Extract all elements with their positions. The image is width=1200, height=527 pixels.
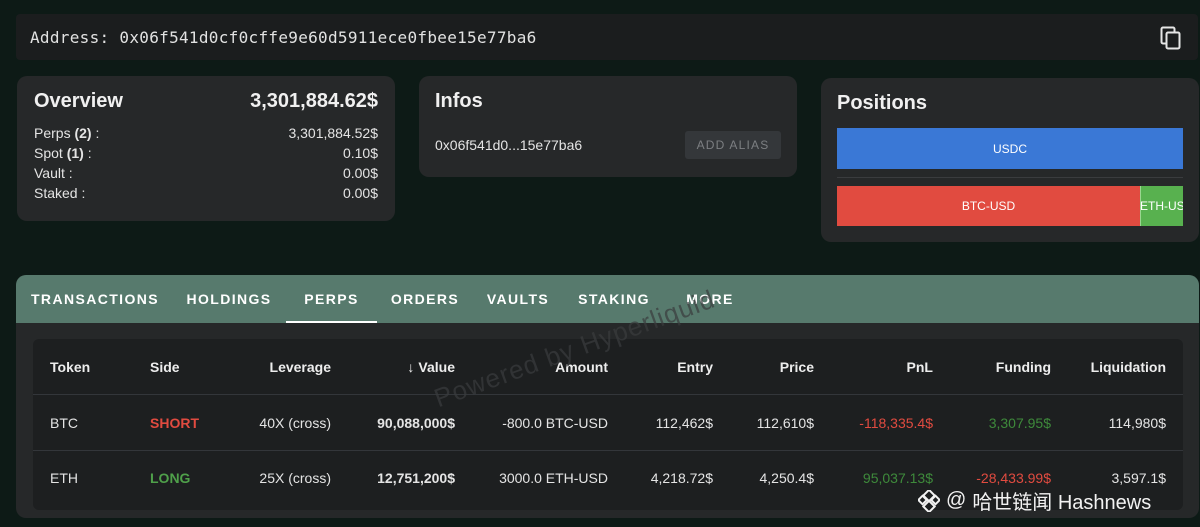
position-bar-btc-usd[interactable]: BTC-USD — [837, 186, 1140, 226]
header-price[interactable]: Price — [714, 339, 814, 394]
tab-bar: TRANSACTIONS HOLDINGS PERPS ORDERS VAULT… — [16, 275, 1199, 323]
cell-value: 90,088,000$ — [377, 414, 455, 431]
cell-pnl: -118,335.4$ — [859, 414, 933, 431]
header-entry[interactable]: Entry — [613, 339, 713, 394]
overview-row-value: 0.00$ — [342, 185, 378, 201]
header-pnl[interactable]: PnL — [833, 339, 933, 394]
cell-funding: 3,307.95$ — [988, 414, 1051, 431]
cell-amount: 3000.0 ETH-USD — [499, 469, 608, 486]
tab-label: ORDERS — [390, 291, 460, 307]
cell-entry: 112,462$ — [655, 414, 713, 431]
header-amount[interactable]: Amount — [508, 339, 608, 394]
cell-price: 112,610$ — [756, 414, 814, 431]
tab-vaults[interactable]: VAULTS — [473, 275, 563, 323]
positions-title: Positions — [837, 92, 928, 114]
add-alias-button[interactable]: ADD ALIAS — [685, 131, 781, 159]
header-side[interactable]: Side — [150, 339, 180, 394]
tab-holdings[interactable]: HOLDINGS — [172, 275, 286, 323]
overview-row-count: (1) — [66, 145, 84, 161]
position-bar-label: USDC — [992, 141, 1027, 156]
tab-label: VAULTS — [486, 291, 550, 307]
tab-perps[interactable]: PERPS — [286, 275, 377, 323]
overview-row-label: Vault — [34, 165, 65, 181]
tab-transactions[interactable]: TRANSACTIONS — [18, 275, 172, 323]
brand-at: @ — [946, 489, 967, 511]
overview-row-spot: Spot (1) : 0.10$ — [34, 143, 378, 163]
overview-row-vault: Vault : 0.00$ — [34, 163, 378, 183]
header-liquidation[interactable]: Liquidation — [1066, 339, 1166, 394]
details-panel: TRANSACTIONS HOLDINGS PERPS ORDERS VAULT… — [16, 275, 1199, 518]
address-line: Address: 0x06f541d0cf0cffe9e60d5911ece0f… — [30, 28, 537, 47]
header-value[interactable]: ↓ Value — [355, 339, 455, 394]
cell-token: BTC — [50, 414, 78, 431]
cell-price: 4,250.4$ — [759, 469, 815, 486]
header-token[interactable]: Token — [50, 339, 90, 394]
address-bar: Address: 0x06f541d0cf0cffe9e60d5911ece0f… — [16, 14, 1198, 60]
overview-row-staked: Staked : 0.00$ — [34, 183, 378, 203]
tab-staking[interactable]: STAKING — [563, 275, 665, 323]
tab-label: MORE — [686, 291, 734, 307]
overview-row-perps: Perps (2) : 3,301,884.52$ — [34, 123, 378, 143]
overview-title: Overview — [34, 90, 123, 112]
table-row[interactable]: BTC SHORT 40X (cross) 90,088,000$ -800.0… — [33, 396, 1183, 449]
infos-title: Infos — [435, 90, 483, 112]
overview-row-value: 0.00$ — [342, 165, 378, 181]
cell-side: SHORT — [150, 414, 199, 431]
tab-label: TRANSACTIONS — [30, 291, 160, 307]
cell-token: ETH — [50, 469, 78, 486]
overview-row-suffix: : — [77, 185, 86, 201]
tab-orders[interactable]: ORDERS — [377, 275, 473, 323]
brand-watermark: @ 哈世链闻 Hashnews — [918, 486, 1151, 515]
infos-card: Infos 0x06f541d0...15e77ba6 ADD ALIAS — [419, 76, 797, 177]
header-leverage[interactable]: Leverage — [231, 339, 331, 394]
tab-label: PERPS — [304, 291, 359, 307]
overview-row-value: 3,301,884.52$ — [288, 125, 378, 141]
overview-card: Overview 3,301,884.62$ Perps (2) : 3,301… — [17, 76, 395, 221]
diamond-logo-icon — [918, 489, 940, 512]
address-value: 0x06f541d0cf0cffe9e60d5911ece0fbee15e77b… — [119, 27, 537, 47]
position-bar-usdc[interactable]: USDC — [837, 128, 1183, 169]
brand-name: 哈世链闻 Hashnews — [972, 492, 1152, 514]
cell-leverage: 40X (cross) — [259, 414, 331, 431]
overview-row-label: Staked — [34, 185, 78, 201]
overview-row-label: Spot — [34, 145, 63, 161]
overview-row-label: Perps — [34, 125, 71, 141]
positions-divider — [837, 177, 1183, 178]
cell-entry: 4,218.72$ — [650, 469, 713, 486]
cell-value: 12,751,200$ — [377, 469, 455, 486]
address-label: Address: — [30, 27, 110, 47]
infos-short-address: 0x06f541d0...15e77ba6 — [435, 137, 583, 153]
perps-table: Token Side Leverage ↓ Value Amount Entry… — [33, 339, 1183, 510]
header-funding[interactable]: Funding — [951, 339, 1051, 394]
overview-row-suffix: : — [83, 145, 92, 161]
cell-amount: -800.0 BTC-USD — [502, 414, 608, 431]
overview-row-suffix: : — [64, 165, 73, 181]
position-bar-label: BTC-USD — [961, 199, 1016, 213]
cell-liquidation: 114,980$ — [1108, 414, 1166, 431]
overview-row-suffix: : — [91, 125, 100, 141]
overview-row-count: (2) — [74, 125, 92, 141]
tab-label: HOLDINGS — [186, 291, 272, 307]
overview-total: 3,301,884.62$ — [250, 90, 378, 112]
sort-down-icon: ↓ — [407, 358, 415, 375]
positions-card: Positions USDC BTC-USD ETH-USD — [821, 78, 1199, 242]
position-bar-eth-usd[interactable]: ETH-USD — [1140, 186, 1183, 226]
table-header-row: Token Side Leverage ↓ Value Amount Entry… — [33, 339, 1183, 394]
overview-row-value: 0.10$ — [342, 145, 378, 161]
cell-side: LONG — [150, 469, 191, 486]
tab-label: STAKING — [578, 291, 650, 307]
header-value-label: Value — [418, 358, 455, 375]
cell-leverage: 25X (cross) — [259, 469, 331, 486]
position-bar-label: ETH-USD — [1140, 199, 1183, 213]
table-divider — [33, 394, 1183, 395]
copy-icon[interactable] — [1160, 26, 1182, 50]
tab-more[interactable]: MORE — [665, 275, 755, 323]
